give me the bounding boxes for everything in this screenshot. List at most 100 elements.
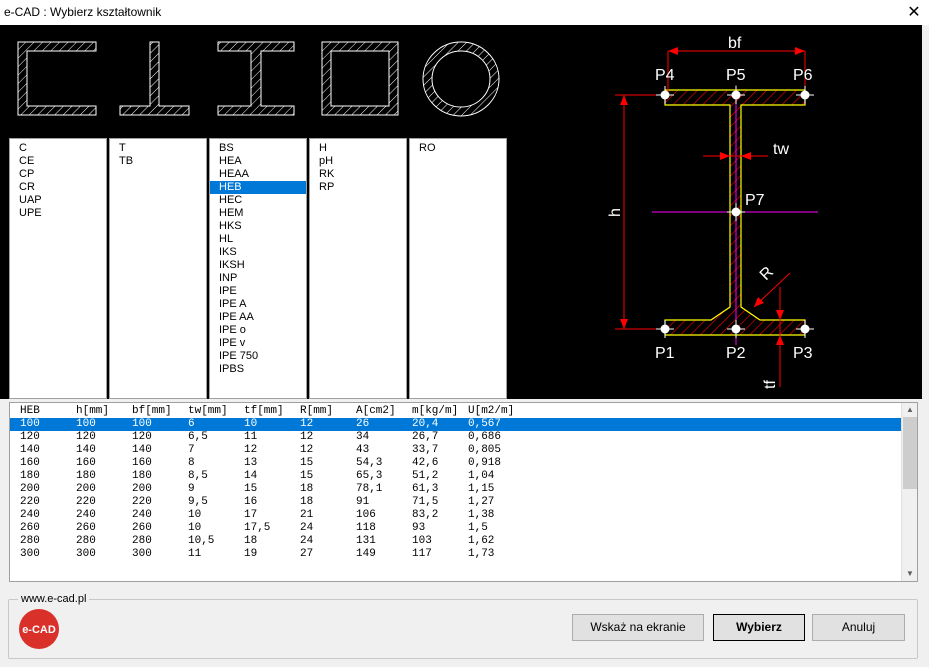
table-row[interactable]: 120 120 120 6,5 11 12 34 26,7 0,686 (10, 431, 902, 444)
list-item[interactable]: TB (110, 155, 206, 168)
table-cell: 200 (132, 483, 152, 495)
pick-on-screen-button[interactable]: Wskaż na ekranie (572, 614, 704, 641)
table-cell: 33,7 (412, 444, 439, 456)
scroll-up-icon[interactable]: ▲ (902, 403, 917, 417)
list-item[interactable]: IPE o (210, 324, 306, 337)
column-header[interactable]: tf[mm] (244, 405, 284, 418)
table-cell: 18 (300, 483, 314, 495)
list-item[interactable]: HEA (210, 155, 306, 168)
table-scrollbar[interactable]: ▲ ▼ (901, 403, 917, 581)
table-cell: 14 (244, 470, 258, 482)
list-item[interactable]: BS (210, 142, 306, 155)
table-cell: 117 (412, 548, 432, 560)
table-cell: 220 (132, 496, 152, 508)
table-row[interactable]: 300 300 300 11 19 27 149 117 1,73 (10, 548, 902, 561)
column-header[interactable]: U[m2/m] (468, 405, 514, 418)
list-item[interactable]: IPE 750 (210, 350, 306, 363)
point-p7-label: P7 (745, 192, 765, 209)
table-cell: 118 (356, 522, 376, 534)
column-header[interactable]: h[mm] (76, 405, 109, 418)
list-item[interactable]: RO (410, 142, 506, 155)
list-item[interactable]: IPE v (210, 337, 306, 350)
list-item[interactable]: IPE AA (210, 311, 306, 324)
table-cell: 0,805 (468, 444, 502, 456)
table-cell: 0,686 (468, 431, 502, 443)
choose-button[interactable]: Wybierz (713, 614, 805, 641)
table-cell: 280 (76, 535, 96, 547)
list-item[interactable]: UPE (10, 207, 106, 220)
scroll-thumb[interactable] (903, 417, 917, 489)
table-cell: 65,3 (356, 470, 383, 482)
table-row[interactable]: 240 240 240 10 17 21 106 83,2 1,38 (10, 509, 902, 522)
list-item[interactable]: IPE (210, 285, 306, 298)
table-cell: 131 (356, 535, 376, 547)
table-cell: 140 (132, 444, 152, 456)
table-row[interactable]: 160 160 160 8 13 15 54,3 42,6 0,918 (10, 457, 902, 470)
table-cell: 280 (20, 535, 40, 547)
list-item[interactable]: CE (10, 155, 106, 168)
list-o-profiles[interactable]: RO (409, 138, 507, 399)
table-cell: 7 (188, 444, 195, 456)
list-item[interactable]: INP (210, 272, 306, 285)
point-p2-label: P2 (726, 345, 746, 362)
table-row[interactable]: 220 220 220 9,5 16 18 91 71,5 1,27 (10, 496, 902, 509)
list-item[interactable]: RP (310, 181, 406, 194)
table-cell: 120 (76, 431, 96, 443)
list-item[interactable]: RK (310, 168, 406, 181)
table-cell: 8,5 (188, 470, 208, 482)
list-item[interactable]: IPE A (210, 298, 306, 311)
column-header[interactable]: R[mm] (300, 405, 333, 418)
table-cell: 8 (188, 457, 195, 469)
table-cell: 20,4 (412, 418, 439, 430)
site-link[interactable]: www.e-cad.pl (18, 593, 90, 605)
shape-c-icon[interactable] (17, 41, 97, 116)
list-item[interactable]: UAP (10, 194, 106, 207)
shape-round-tube-icon[interactable] (422, 41, 500, 117)
list-item[interactable]: HL (210, 233, 306, 246)
table-cell: 300 (132, 548, 152, 560)
shape-i-icon[interactable] (217, 41, 295, 116)
column-header[interactable]: HEB (20, 405, 40, 418)
shape-rect-tube-icon[interactable] (321, 41, 399, 116)
table-cell: 160 (132, 457, 152, 469)
column-header[interactable]: m[kg/m] (412, 405, 458, 418)
table-row[interactable]: 100 100 100 6 10 12 26 20,4 0,567 (10, 418, 902, 431)
list-item[interactable]: IKSH (210, 259, 306, 272)
logo-text: e-CAD (22, 624, 56, 636)
list-item[interactable]: T (110, 142, 206, 155)
list-item[interactable]: CP (10, 168, 106, 181)
list-item[interactable]: HKS (210, 220, 306, 233)
list-item[interactable]: H (310, 142, 406, 155)
list-t-profiles[interactable]: T TB (109, 138, 207, 399)
list-item[interactable]: HEC (210, 194, 306, 207)
list-item[interactable]: IPBS (210, 363, 306, 376)
scroll-down-icon[interactable]: ▼ (902, 567, 917, 581)
list-item[interactable]: CR (10, 181, 106, 194)
table-row[interactable]: 200 200 200 9 15 18 78,1 61,3 1,15 (10, 483, 902, 496)
table-cell: 91 (356, 496, 370, 508)
list-item[interactable]: C (10, 142, 106, 155)
list-item[interactable]: HEB (210, 181, 306, 194)
list-i-profiles[interactable]: BS HEA HEAA HEB HEC HEM HKS HL IKS IKSH INP IPE IPE … (209, 138, 307, 399)
table-row[interactable]: 140 140 140 7 12 12 43 33,7 0,805 (10, 444, 902, 457)
shape-t-icon[interactable] (119, 41, 190, 116)
point-p6-label: P6 (793, 67, 813, 84)
table-cell: 240 (76, 509, 96, 521)
column-header[interactable]: tw[mm] (188, 405, 228, 418)
column-header[interactable]: bf[mm] (132, 405, 172, 418)
table-row[interactable]: 260 260 260 10 17,5 24 118 93 1,5 (10, 522, 902, 535)
list-item[interactable]: HEAA (210, 168, 306, 181)
close-icon[interactable]: ✕ (899, 0, 929, 25)
table-row[interactable]: 280 280 280 10,5 18 24 131 103 1,62 (10, 535, 902, 548)
column-header[interactable]: A[cm2] (356, 405, 396, 418)
list-item[interactable]: pH (310, 155, 406, 168)
section-table[interactable]: HEB h[mm] bf[mm] tw[mm] tf[mm] R[mm] A[cm2] m[k… (9, 402, 918, 582)
cancel-button[interactable]: Anuluj (812, 614, 905, 641)
list-item[interactable]: IKS (210, 246, 306, 259)
list-c-profiles[interactable]: C CE CP CR UAP UPE (9, 138, 107, 399)
list-item[interactable]: HEM (210, 207, 306, 220)
dim-r-label: R (757, 264, 777, 284)
table-cell: 78,1 (356, 483, 383, 495)
table-row[interactable]: 180 180 180 8,5 14 15 65,3 51,2 1,04 (10, 470, 902, 483)
list-h-profiles[interactable]: HpH RK RP (309, 138, 407, 399)
